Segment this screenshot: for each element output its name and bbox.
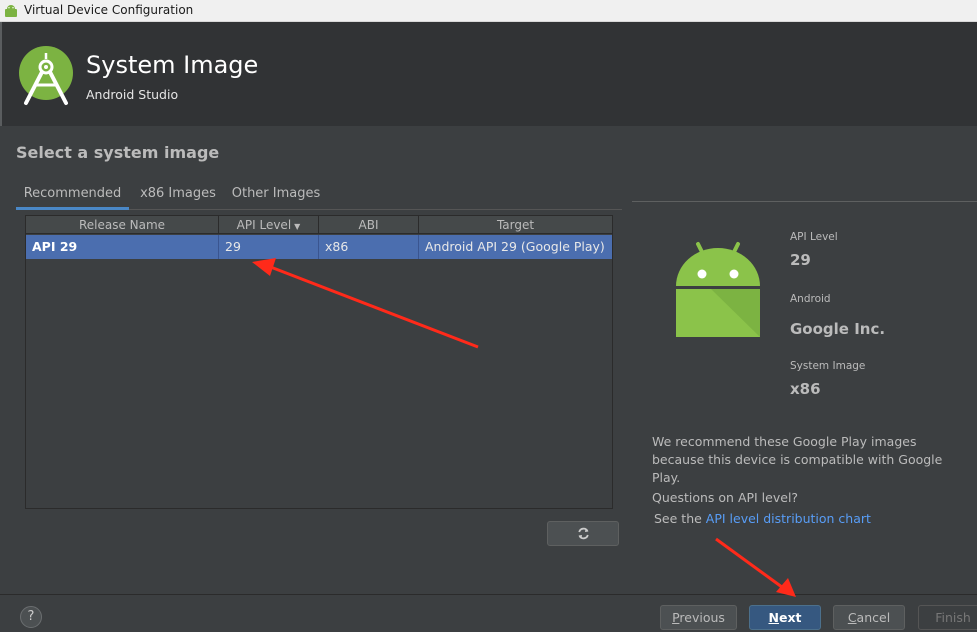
tab-recommended[interactable]: Recommended (16, 180, 129, 210)
system-image-label: System Image (790, 360, 866, 372)
annotation-arrow-next (715, 537, 796, 597)
cell-release-name: API 29 (26, 235, 219, 259)
footer-separator (0, 594, 977, 595)
wizard-header: System Image Android Studio (0, 22, 977, 126)
column-header-api-level[interactable]: API Level ▼ (219, 216, 319, 234)
button-label: ancel (856, 610, 891, 625)
cancel-button[interactable]: Cancel (833, 605, 905, 630)
api-level-label: API Level (790, 231, 838, 243)
tab-x86-images[interactable]: x86 Images (138, 180, 218, 210)
next-button[interactable]: Next (749, 605, 821, 630)
table-row[interactable]: API 29 29 x86 Android API 29 (Google Pla… (26, 235, 612, 259)
android-vendor-value: Google Inc. (790, 320, 886, 338)
previous-button[interactable]: Previous (660, 605, 737, 630)
refresh-icon (578, 527, 589, 540)
window-titlebar: Virtual Device Configuration (0, 0, 977, 22)
column-header-release-name[interactable]: Release Name (26, 216, 219, 234)
android-studio-logo-icon (19, 46, 73, 105)
api-level-value: 29 (790, 251, 811, 269)
button-label: ext (778, 610, 802, 625)
column-label: Target (496, 218, 535, 232)
window-title: Virtual Device Configuration (24, 3, 194, 17)
column-label: ABI (358, 218, 379, 232)
recommendation-text: We recommend these Google Play images be… (652, 434, 943, 485)
cell-abi: x86 (319, 235, 419, 259)
cell-api-level: 29 (219, 235, 319, 259)
see-chart-line: See the API level distribution chart (654, 511, 871, 526)
table-header: Release Name API Level ▼ ABI Target (26, 216, 612, 234)
api-distribution-link[interactable]: API level distribution chart (706, 511, 871, 526)
help-button[interactable]: ? (20, 606, 42, 628)
system-image-table[interactable]: Release Name API Level ▼ ABI Target API 2… (25, 215, 613, 509)
mnemonic: C (847, 610, 857, 625)
cell-target: Android API 29 (Google Play) (425, 239, 605, 254)
section-title: Select a system image (16, 143, 220, 162)
column-label: API Level (236, 218, 292, 232)
system-image-value: x86 (790, 380, 821, 398)
button-label: revious (679, 610, 725, 625)
android-studio-app-icon (5, 5, 17, 17)
column-label: Release Name (78, 218, 166, 232)
android-robot-icon (676, 242, 760, 337)
refresh-button[interactable] (547, 521, 619, 546)
details-separator (632, 201, 977, 202)
header-title: System Image (86, 51, 259, 79)
column-header-target[interactable]: Target (419, 216, 612, 234)
see-prefix: See the (654, 511, 706, 526)
mnemonic: N (768, 610, 779, 625)
android-vendor-label: Android (790, 293, 831, 305)
header-subtitle: Android Studio (86, 87, 179, 102)
tab-other-images[interactable]: Other Images (228, 180, 324, 210)
finish-button[interactable]: Finish (918, 605, 977, 630)
column-header-abi[interactable]: ABI (319, 216, 419, 234)
api-questions-text: Questions on API level? (652, 490, 799, 505)
sort-descending-icon: ▼ (294, 222, 301, 231)
image-tabs: Recommended x86 Images Other Images (16, 180, 622, 210)
